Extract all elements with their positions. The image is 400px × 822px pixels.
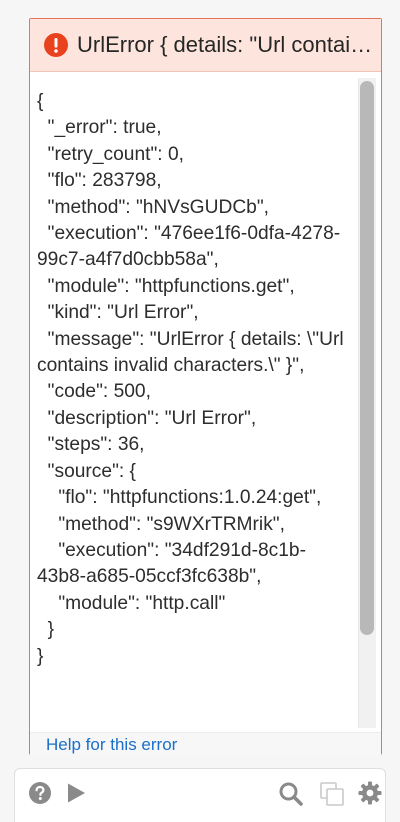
play-icon <box>65 782 87 809</box>
help-button[interactable] <box>27 781 53 810</box>
help-for-error-link[interactable]: Help for this error <box>46 735 177 755</box>
gear-icon <box>358 781 382 810</box>
settings-button[interactable] <box>357 781 383 810</box>
search-icon <box>278 781 304 812</box>
error-panel: UrlError { details: "Url contains invali… <box>0 0 400 822</box>
run-button[interactable] <box>63 782 89 808</box>
error-header: UrlError { details: "Url contains invali… <box>30 19 381 72</box>
help-bar: Help for this error <box>30 732 381 755</box>
question-circle-icon <box>28 781 52 810</box>
scrollbar-thumb[interactable] <box>360 81 374 635</box>
error-card: UrlError { details: "Url contains invali… <box>29 18 382 755</box>
error-details-json: { "_error": true, "retry_count": 0, "flo… <box>37 91 344 667</box>
error-title: UrlError { details: "Url contains invali… <box>77 32 377 57</box>
search-button[interactable] <box>277 782 305 810</box>
bottom-toolbar <box>14 768 386 822</box>
copy-button[interactable] <box>317 781 347 811</box>
alert-circle-icon <box>44 33 68 57</box>
copy-icon <box>318 780 346 813</box>
error-details-scroll[interactable]: { "_error": true, "retry_count": 0, "flo… <box>30 73 381 732</box>
